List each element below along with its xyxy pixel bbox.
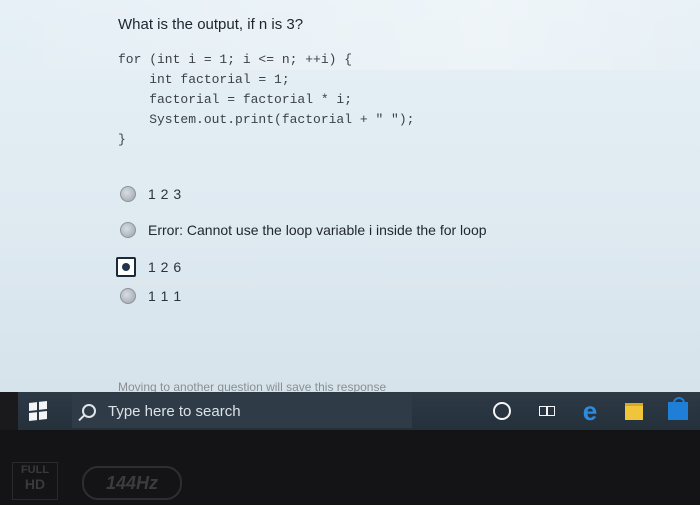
edge-button[interactable]: e xyxy=(568,392,612,430)
windows-start-icon xyxy=(29,401,47,421)
refresh-rate-badge: 144Hz xyxy=(82,466,182,500)
quiz-screen: What is the output, if n is 3? for (int … xyxy=(0,0,700,392)
code-line: } xyxy=(118,132,126,147)
cortana-icon xyxy=(493,402,511,420)
partial-hint-text: Moving to another question will save thi… xyxy=(118,380,387,392)
code-line: System.out.print(factorial + " "); xyxy=(118,112,415,127)
cortana-button[interactable] xyxy=(480,392,524,430)
code-block: for (int i = 1; i <= n; ++i) { int facto… xyxy=(118,50,414,150)
option-1[interactable]: 1 2 3 xyxy=(120,186,182,202)
radio-dot xyxy=(122,263,130,271)
store-button[interactable] xyxy=(656,392,700,430)
file-explorer-icon xyxy=(625,402,643,420)
option-label: 1 2 3 xyxy=(148,186,182,202)
edge-icon: e xyxy=(582,396,598,426)
code-line: factorial = factorial * i; xyxy=(118,92,353,107)
radio-button[interactable] xyxy=(120,186,136,202)
task-view-icon xyxy=(539,406,555,416)
question-text: What is the output, if n is 3? xyxy=(118,16,304,33)
code-line: int factorial = 1; xyxy=(118,72,290,87)
radio-button[interactable] xyxy=(120,288,136,304)
badge-top-text: FULL xyxy=(20,464,50,476)
radio-button-selected[interactable] xyxy=(116,257,136,277)
full-hd-badge: FULL HD xyxy=(12,462,58,500)
option-3[interactable]: 1 2 6 xyxy=(116,257,182,277)
start-button[interactable] xyxy=(18,392,58,430)
option-4[interactable]: 1 1 1 xyxy=(120,288,182,304)
search-icon xyxy=(82,404,96,418)
option-label: 1 2 6 xyxy=(148,259,182,275)
store-icon xyxy=(668,397,688,420)
option-2[interactable]: Error: Cannot use the loop variable i in… xyxy=(120,222,487,238)
file-explorer-button[interactable] xyxy=(612,392,656,430)
taskbar-icons: e xyxy=(480,392,700,430)
task-view-button[interactable] xyxy=(524,392,568,430)
option-label: Error: Cannot use the loop variable i in… xyxy=(148,222,487,238)
search-input[interactable] xyxy=(106,401,400,421)
code-line: for (int i = 1; i <= n; ++i) { xyxy=(118,52,353,67)
windows-taskbar: e xyxy=(18,392,700,430)
option-label: 1 1 1 xyxy=(148,288,182,304)
radio-button[interactable] xyxy=(120,222,136,238)
taskbar-search[interactable] xyxy=(72,394,412,428)
badge-bottom-text: HD xyxy=(24,476,46,492)
